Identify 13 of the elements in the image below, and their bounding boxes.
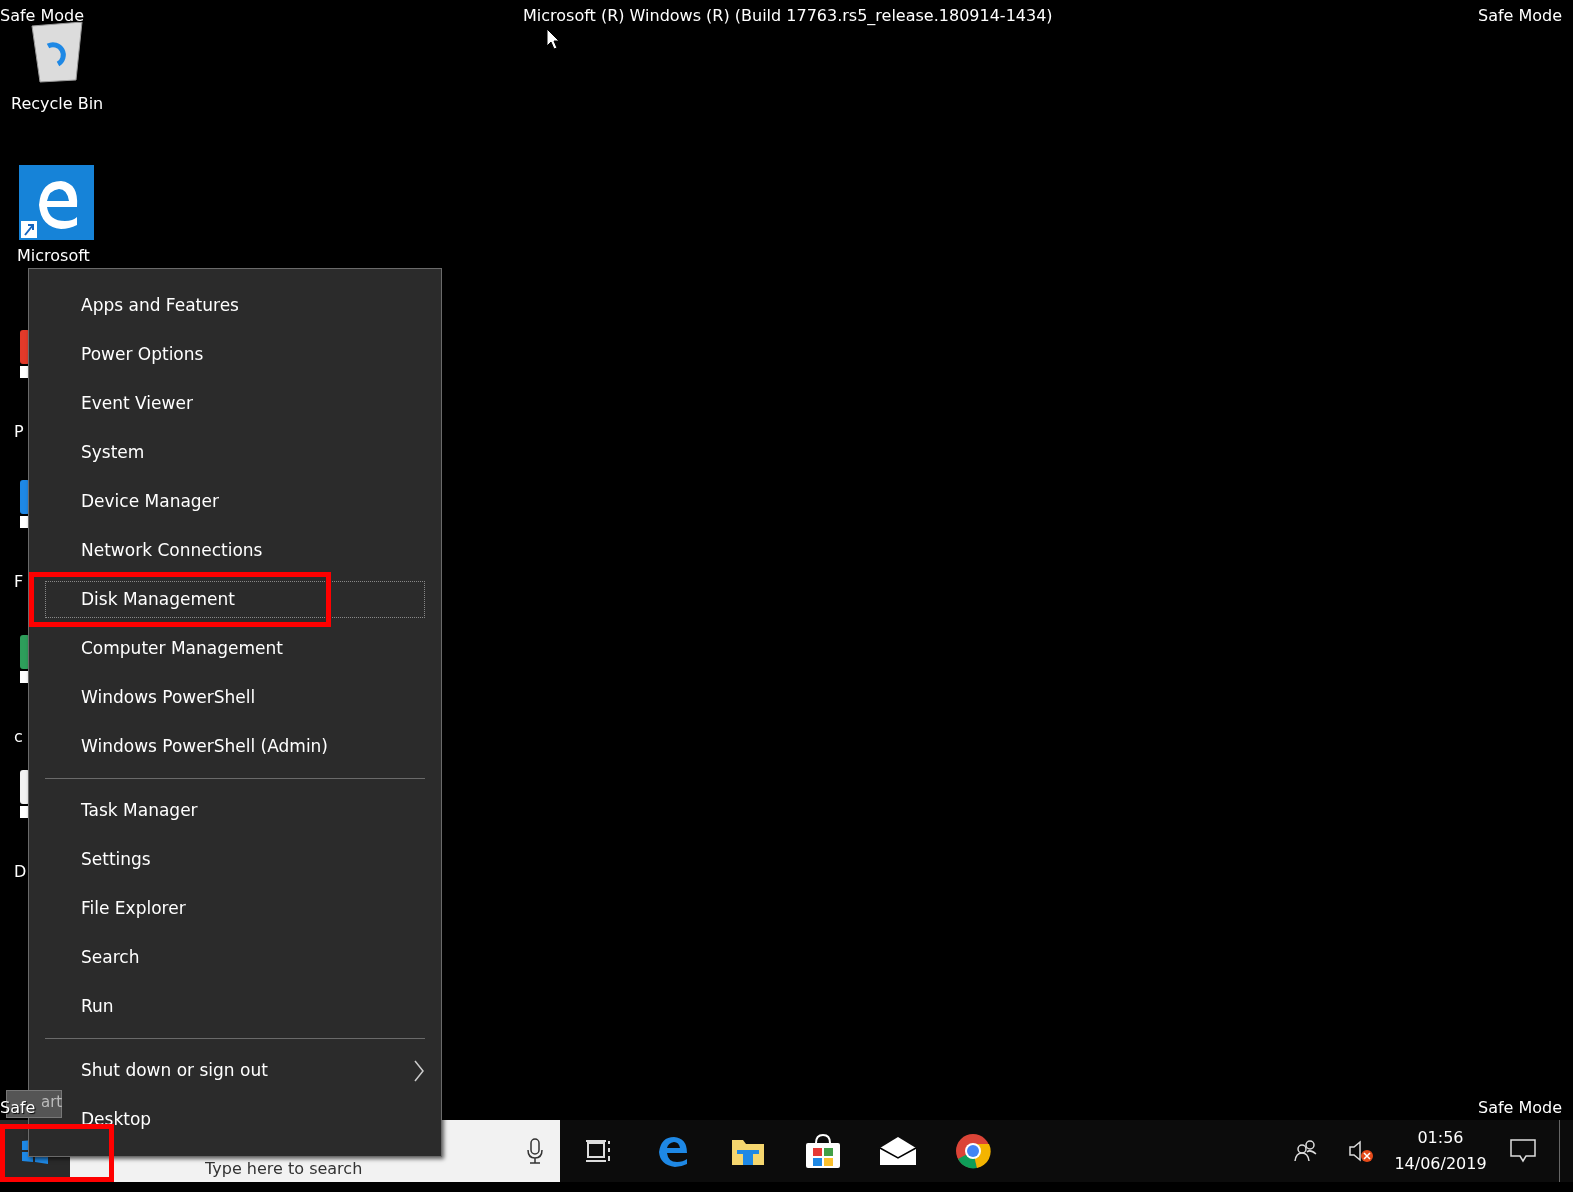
clock-time: 01:56 <box>1416 1127 1465 1150</box>
icon-label: P <box>14 421 24 443</box>
icon-label: D <box>14 861 27 883</box>
safe-mode-label: Safe <box>0 1097 36 1119</box>
icon-label: Recycle Bin <box>11 93 104 115</box>
safe-mode-label: Safe Mode <box>0 5 85 27</box>
banner-text: Microsoft (R) Windows (R) (Build 17763.rs5_release.180914-1434) <box>523 5 1053 27</box>
safe-mode-label: Safe Mode <box>1478 1097 1563 1119</box>
icon-label: Microsoft <box>17 245 90 267</box>
icon-label: F <box>14 571 24 593</box>
safe-mode-label: Safe Mode <box>1478 5 1563 27</box>
icon-label: c <box>14 726 23 748</box>
clock-date: 14/06/2019 <box>1394 1153 1487 1175</box>
